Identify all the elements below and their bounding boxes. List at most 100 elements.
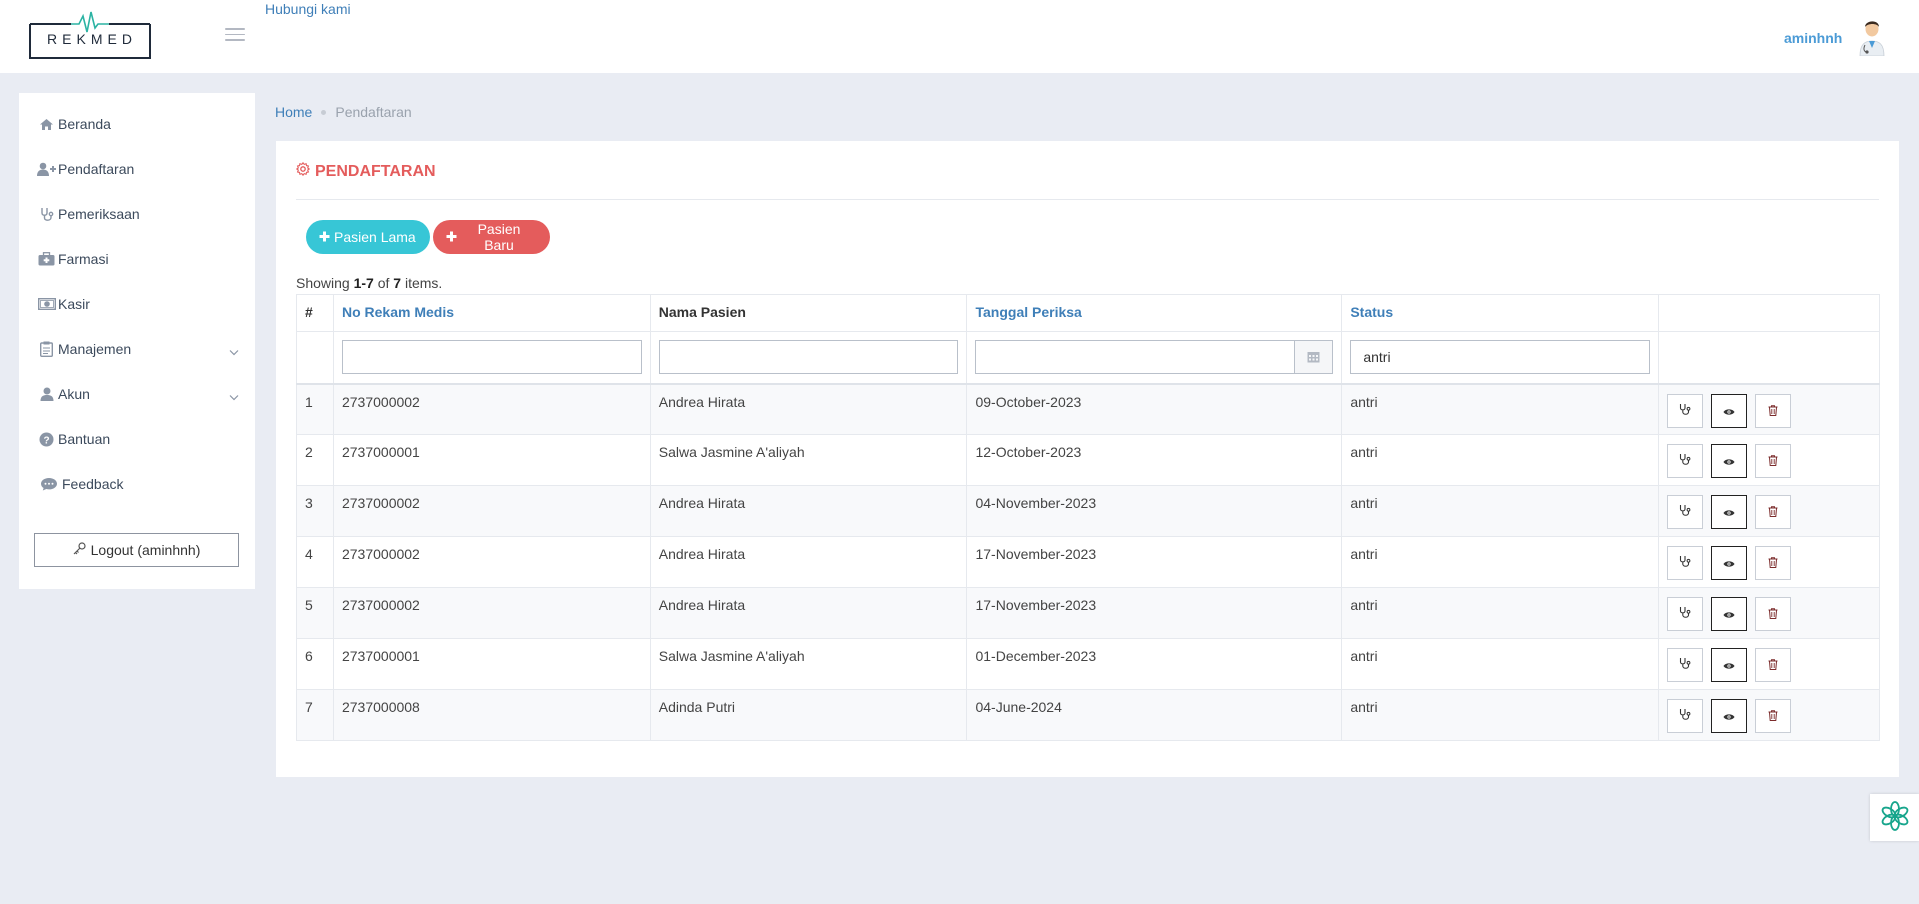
filter-status-input[interactable] [1350, 340, 1651, 374]
sidebar-item-pemeriksaan[interactable]: Pemeriksaan [37, 203, 243, 225]
doctor-avatar-icon[interactable] [1852, 14, 1892, 57]
clipboard-icon [37, 341, 56, 357]
eye-icon [1723, 504, 1735, 520]
pasien-lama-button[interactable]: Pasien Lama [306, 220, 430, 254]
cell-actions [1658, 383, 1880, 435]
sidebar-item-akun[interactable]: Akun [37, 383, 243, 405]
periksa-button[interactable] [1667, 495, 1704, 529]
filter-cell [1341, 331, 1660, 384]
filter-cell-empty [1658, 331, 1880, 384]
cell-number: 6 [296, 638, 334, 690]
sidebar-item-kasir[interactable]: Kasir [37, 293, 243, 315]
trash-icon [1768, 708, 1778, 724]
cell-number: 3 [296, 485, 334, 537]
trash-icon [1768, 606, 1778, 622]
table-row: 1 2737000002 Andrea Hirata 09-October-2023 a… [296, 383, 1880, 435]
delete-button[interactable] [1755, 546, 1792, 580]
gear-icon [295, 161, 311, 181]
periksa-button[interactable] [1667, 648, 1704, 682]
periksa-button[interactable] [1667, 546, 1704, 580]
calendar-icon[interactable] [1294, 340, 1334, 374]
periksa-button[interactable] [1667, 699, 1704, 733]
menu-toggle-icon[interactable] [225, 28, 245, 42]
table-header-row: # No Rekam Medis Nama Pasien Tanggal Per… [296, 294, 1880, 332]
stethoscope-icon [1679, 453, 1691, 469]
column-header-no-rekam-medis[interactable]: No Rekam Medis [332, 294, 651, 332]
column-header-status[interactable]: Status [1341, 294, 1660, 332]
money-icon [37, 296, 56, 312]
cell-status: antri [1341, 536, 1660, 588]
sidebar-item-farmasi[interactable]: Farmasi [37, 248, 243, 270]
summary-of: of [373, 275, 394, 291]
cell-tanggal-periksa: 04-June-2024 [966, 689, 1343, 741]
delete-button[interactable] [1755, 699, 1792, 733]
pasien-baru-label: Pasien Baru [477, 221, 521, 253]
delete-button[interactable] [1755, 597, 1792, 631]
pasien-baru-button[interactable]: Pasien Baru [433, 220, 550, 254]
trash-icon [1768, 657, 1778, 673]
chevron-down-icon[interactable] [229, 388, 239, 404]
sidebar-item-label: Farmasi [58, 251, 109, 267]
delete-button[interactable] [1755, 648, 1792, 682]
sidebar-item-beranda[interactable]: Beranda [37, 113, 243, 135]
view-button[interactable] [1711, 648, 1748, 682]
view-button[interactable] [1711, 597, 1748, 631]
sidebar-item-pendaftaran[interactable]: Pendaftaran [37, 158, 243, 180]
cell-status: antri [1341, 485, 1660, 537]
column-header-tanggal-periksa[interactable]: Tanggal Periksa [966, 294, 1343, 332]
row-actions [1667, 393, 1871, 428]
cell-nama-pasien: Andrea Hirata [649, 587, 968, 639]
rekmed-logo[interactable]: REKMED [29, 10, 151, 59]
stethoscope-icon [1679, 606, 1691, 622]
stethoscope-icon [1679, 504, 1691, 520]
cell-no-rekam-medis: 2737000002 [332, 383, 651, 435]
svg-text:?: ? [43, 435, 49, 446]
view-button[interactable] [1711, 393, 1748, 428]
delete-button[interactable] [1755, 444, 1792, 478]
table-body: 1 2737000002 Andrea Hirata 09-October-2023 a… [296, 383, 1880, 741]
table-summary: Showing 1-7 of 7 items. [296, 275, 442, 291]
table-row: 2 2737000001 Salwa Jasmine A'aliyah 12-Octo… [296, 434, 1880, 486]
flower-logo-icon [1879, 800, 1911, 835]
cell-status: antri [1341, 689, 1660, 741]
sidebar-item-feedback[interactable]: Feedback [37, 473, 243, 495]
trash-icon [1768, 504, 1778, 520]
user-name[interactable]: aminhnh [1784, 30, 1842, 46]
cell-actions [1658, 485, 1880, 537]
pendaftaran-table: # No Rekam Medis Nama Pasien Tanggal Per… [296, 294, 1880, 741]
stethoscope-icon [1679, 708, 1691, 724]
view-button[interactable] [1711, 444, 1748, 478]
breadcrumb-home[interactable]: Home [275, 104, 312, 120]
user-icon [37, 386, 56, 402]
filter-no-rekam-medis-input[interactable] [341, 340, 642, 374]
sidebar-item-bantuan[interactable]: ? Bantuan [37, 428, 243, 450]
cell-nama-pasien: Andrea Hirata [649, 536, 968, 588]
sidebar-item-manajemen[interactable]: Manajemen [37, 338, 243, 360]
chat-widget-button[interactable] [1870, 794, 1919, 841]
row-actions [1667, 546, 1871, 580]
filter-nama-pasien-input[interactable] [658, 340, 959, 374]
chevron-down-icon[interactable] [229, 343, 239, 359]
periksa-button[interactable] [1667, 444, 1704, 478]
view-button[interactable] [1711, 699, 1748, 733]
cell-tanggal-periksa: 01-December-2023 [966, 638, 1343, 690]
user-plus-icon [37, 161, 56, 177]
periksa-button[interactable] [1667, 597, 1704, 631]
summary-suffix: items. [401, 275, 443, 291]
delete-button[interactable] [1755, 393, 1792, 428]
view-button[interactable] [1711, 546, 1748, 580]
delete-button[interactable] [1755, 495, 1792, 529]
contact-link[interactable]: Hubungi kami [265, 1, 351, 17]
row-actions [1667, 444, 1871, 478]
logout-button[interactable]: Logout (aminhnh) [34, 533, 239, 567]
summary-prefix: Showing [296, 275, 354, 291]
summary-range: 1-7 [353, 275, 374, 291]
sidebar: Beranda Pendaftaran Pemeriksaan Farmasi … [19, 93, 255, 589]
stethoscope-icon [37, 206, 56, 222]
page-title: PENDAFTARAN [295, 161, 436, 181]
cell-actions [1658, 689, 1880, 741]
periksa-button[interactable] [1667, 393, 1704, 428]
filter-tanggal-periksa-input[interactable] [975, 340, 1295, 374]
view-button[interactable] [1711, 495, 1748, 529]
home-icon [37, 116, 56, 132]
